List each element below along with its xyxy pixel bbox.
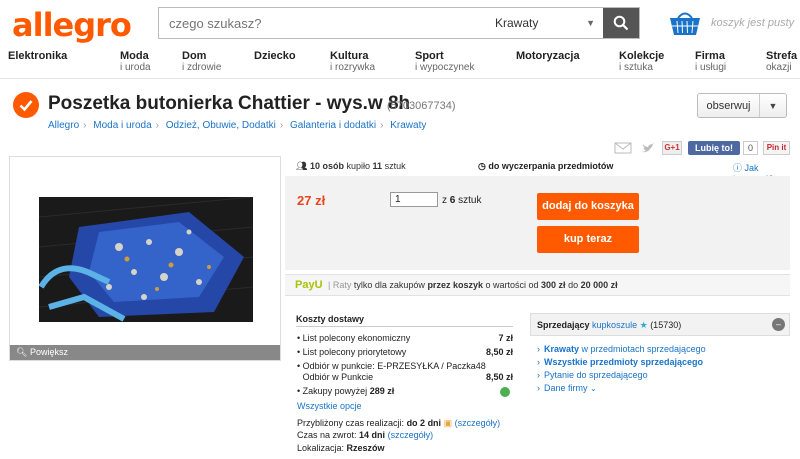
quantity-input[interactable]: 1 xyxy=(390,192,438,207)
payu-logo: PayU xyxy=(295,279,323,291)
clock-icon: ◷ xyxy=(478,161,486,171)
calendar-icon: ▣ xyxy=(443,418,453,428)
return-details-link[interactable]: (szczegóły) xyxy=(388,430,434,440)
seller-rating: (15730) xyxy=(650,320,682,330)
search-icon xyxy=(613,15,629,31)
product-photo[interactable] xyxy=(39,197,253,322)
people-icon: 👥︎ xyxy=(296,161,308,171)
location: Lokalizacja: Rzeszów xyxy=(297,443,385,453)
chevron-down-icon: ⌄ xyxy=(590,384,597,393)
shipping-free-row: • Zakupy powyżej 289 zł xyxy=(297,386,513,397)
nav-item-firma[interactable]: Firma i usługi xyxy=(695,50,726,74)
facebook-like-count: 0 xyxy=(743,141,758,155)
help-icon: ⓘ xyxy=(733,163,743,173)
search-category-select[interactable]: Krawaty ▼ xyxy=(483,8,603,38)
breadcrumb: Allegro › Moda i uroda › Odzież, Obuwie, D… xyxy=(48,120,427,131)
collapse-button[interactable]: – xyxy=(772,318,785,331)
add-to-cart-button[interactable]: dodaj do koszyka xyxy=(537,193,639,220)
star-icon: ★ xyxy=(639,320,648,330)
nav-item-dom[interactable]: Dom i zdrowie xyxy=(182,50,221,74)
pinterest-button[interactable]: Pin it xyxy=(763,141,790,155)
observe-dropdown-button[interactable]: ▼ xyxy=(760,94,786,117)
allegro-logo[interactable]: allegro xyxy=(12,6,132,44)
nav-item-kolekcje[interactable]: Kolekcje i sztuka xyxy=(619,50,664,74)
cart-status[interactable]: koszyk jest pusty xyxy=(711,17,794,29)
price: 27 zł xyxy=(297,193,326,208)
check-icon xyxy=(13,92,39,118)
zoom-button[interactable]: 🔍︎ Powiększ xyxy=(10,345,280,360)
nav-item-motoryzacja[interactable]: Motoryzacja xyxy=(516,50,580,62)
category-nav: Elektronika Moda i uroda Dom i zdrowie Dzi… xyxy=(0,50,800,76)
offer-end-info: ◷ do wyczerpania przedmiotów xyxy=(478,161,614,171)
shipping-row: • List polecony priorytetowy 8,50 zł xyxy=(297,347,513,357)
mail-icon[interactable] xyxy=(614,141,632,155)
search-category-value: Krawaty xyxy=(495,16,539,30)
observe-button[interactable]: obserwuj xyxy=(698,94,760,117)
payu-text: | Raty tylko dla zakupów przez koszyk o … xyxy=(328,280,618,290)
realization-time: Przybliżony czas realizacji: do 2 dni ▣ … xyxy=(297,418,501,428)
shipping-title: Koszty dostawy xyxy=(296,314,365,324)
buyers-info: 👥︎ 10 osób kupiło 11 sztuk xyxy=(296,161,406,171)
shipping-row: • Odbiór w punkcie: E-PRZESYŁKA / Paczka… xyxy=(297,361,486,371)
realization-details-link[interactable]: (szczegóły) xyxy=(455,418,501,428)
breadcrumb-item[interactable]: Moda i uroda xyxy=(93,120,151,131)
magnifier-icon: 🔍︎ xyxy=(16,347,28,357)
seller-all-items-link[interactable]: › Wszystkie przedmioty sprzedającego xyxy=(537,357,703,367)
offer-title: Poszetka butonierka Chattier - wys.w 8h xyxy=(48,93,411,114)
nav-item-moda[interactable]: Moda i uroda xyxy=(120,50,151,74)
facebook-like-button[interactable]: Lubię to! xyxy=(688,141,740,155)
seller-category-items-link[interactable]: › Krawaty w przedmiotach sprzedającego xyxy=(537,344,706,354)
nav-item-dziecko[interactable]: Dziecko xyxy=(254,50,296,62)
free-shipping-icon xyxy=(500,387,510,397)
company-data-link[interactable]: › Dane firmy ⌄ xyxy=(537,383,597,393)
nav-item-kultura[interactable]: Kultura i rozrywka xyxy=(330,50,375,74)
observe-button-group: obserwuj ▼ xyxy=(697,93,787,118)
zoom-label: Powiększ xyxy=(29,347,68,357)
seller-box: Sprzedający kupkoszule ★ (15730) – xyxy=(530,313,790,336)
search-button[interactable] xyxy=(603,8,639,38)
search-input[interactable] xyxy=(159,8,483,38)
google-plus-button[interactable]: G+1 xyxy=(662,141,682,155)
nav-divider xyxy=(0,78,800,79)
breadcrumb-item[interactable]: Krawaty xyxy=(390,120,426,131)
buy-box xyxy=(285,176,790,270)
offer-id: (5703067734) xyxy=(387,100,456,112)
buy-now-button[interactable]: kup teraz xyxy=(537,226,639,253)
return-time: Czas na zwrot: 14 dni (szczegóły) xyxy=(297,430,434,440)
basket-icon[interactable] xyxy=(668,8,702,38)
seller-info: Sprzedający kupkoszule ★ (15730) xyxy=(537,320,682,330)
product-gallery: 🔍︎ Powiększ xyxy=(9,156,281,361)
shipping-divider xyxy=(296,326,513,327)
nav-item-strefa[interactable]: Strefa okazji xyxy=(766,50,797,74)
nav-item-elektronika[interactable]: Elektronika xyxy=(8,50,67,62)
chevron-down-icon: ▼ xyxy=(768,100,778,111)
shipping-row: • Odbiór w Punkcie8,50 zł xyxy=(302,372,513,382)
chevron-down-icon: ▼ xyxy=(586,18,595,28)
twitter-icon[interactable] xyxy=(641,141,655,155)
payu-installments-bar: PayU | Raty tylko dla zakupów przez kosz… xyxy=(285,274,790,296)
seller-name-link[interactable]: kupkoszule xyxy=(592,320,637,330)
breadcrumb-item[interactable]: Galanteria i dodatki xyxy=(290,120,376,131)
breadcrumb-item[interactable]: Allegro xyxy=(48,120,79,131)
search-bar: Krawaty ▼ xyxy=(158,7,640,39)
all-shipping-options-link[interactable]: Wszystkie opcje xyxy=(297,401,362,411)
breadcrumb-item[interactable]: Odzież, Obuwie, Dodatki xyxy=(166,120,276,131)
quantity-available: z 6 sztuk xyxy=(442,195,482,206)
ask-seller-link[interactable]: › Pytanie do sprzedającego xyxy=(537,370,648,380)
shipping-row: • List polecony ekonomiczny 7 zł xyxy=(297,333,513,343)
nav-item-sport[interactable]: Sport i wypoczynek xyxy=(415,50,474,74)
